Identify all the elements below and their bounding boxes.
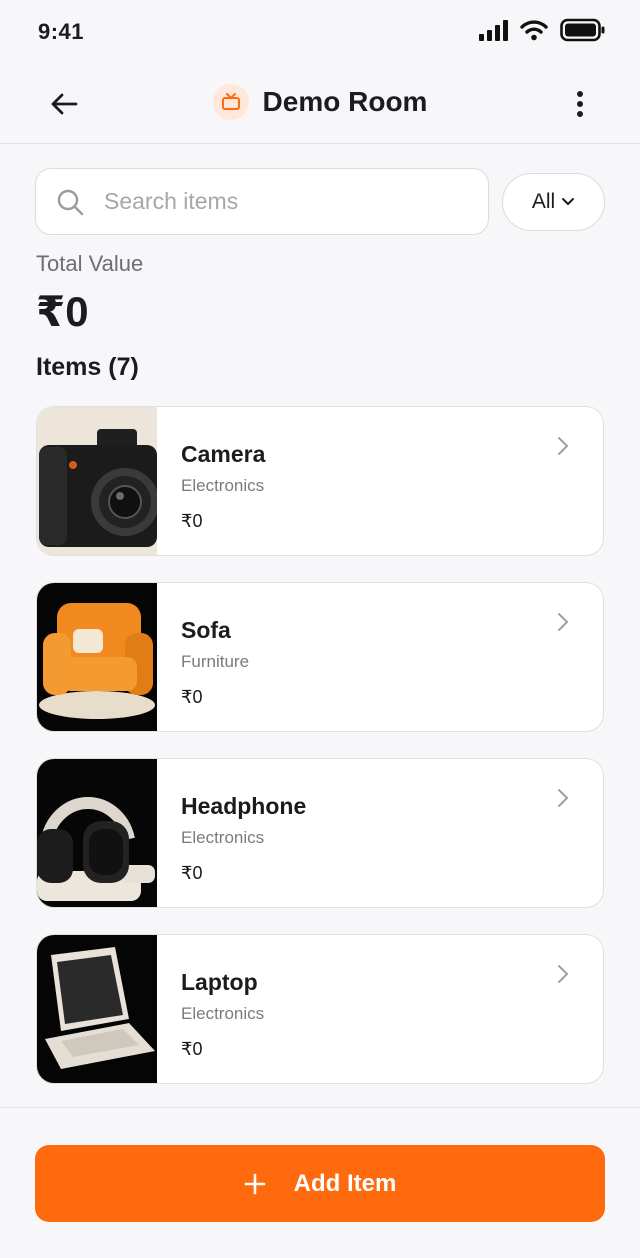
more-vertical-icon [577, 91, 583, 117]
item-image [37, 407, 157, 555]
item-name: Camera [181, 441, 266, 467]
search-icon [56, 188, 84, 216]
laptop-photo [37, 935, 157, 1083]
item-image [37, 583, 157, 731]
total-value-label: Total Value [36, 251, 144, 276]
chevron-right-icon [558, 437, 568, 455]
items-heading: Items (7) [36, 353, 139, 381]
tv-icon [212, 84, 249, 120]
item-category: Furniture [181, 652, 250, 671]
status-icons [479, 18, 606, 42]
item-price: ₹0 [181, 687, 203, 707]
search-box[interactable] [35, 168, 489, 235]
item-category: Electronics [181, 1004, 265, 1023]
cellular-signal-icon [479, 19, 508, 41]
headphone-photo [37, 759, 157, 907]
header: Demo Room [0, 62, 640, 144]
battery-icon [560, 18, 605, 42]
plus-icon [244, 1173, 265, 1194]
item-card-sofa[interactable]: Sofa Furniture ₹0 [36, 582, 604, 732]
wifi-icon [520, 20, 548, 41]
item-info: Headphone Electronics ₹0 [157, 759, 306, 907]
item-card-camera[interactable]: Camera Electronics ₹0 [36, 406, 604, 556]
item-name: Laptop [181, 969, 258, 995]
chevron-down-icon [562, 198, 575, 205]
title-group: Demo Room [0, 84, 640, 120]
bottom-divider [0, 1107, 640, 1108]
search-input[interactable] [104, 188, 464, 215]
item-info: Camera Electronics ₹0 [157, 407, 265, 555]
screen: 9:41 Demo Room Search items All Total Va… [0, 0, 640, 1258]
status-bar: 9:41 [0, 0, 640, 62]
item-image [37, 759, 157, 907]
chevron-right-icon [558, 789, 568, 807]
filter-selected-label: All [531, 190, 556, 213]
item-price: ₹0 [181, 511, 203, 531]
item-info: Laptop Electronics ₹0 [157, 935, 264, 1083]
item-category: Electronics [181, 476, 265, 495]
item-info: Sofa Furniture ₹0 [157, 583, 249, 731]
item-card-headphone[interactable]: Headphone Electronics ₹0 [36, 758, 604, 908]
item-price: ₹0 [181, 863, 203, 883]
item-name: Sofa [181, 617, 231, 643]
add-item-button[interactable]: Add Item [35, 1145, 605, 1222]
page-title: Demo Room [262, 86, 428, 117]
total-value-amount: ₹0 [36, 288, 89, 335]
item-image [37, 935, 157, 1083]
armchair-photo [37, 583, 157, 731]
camera-photo [37, 407, 157, 555]
chevron-right-icon [558, 613, 568, 631]
chevron-right-icon [558, 965, 568, 983]
item-card-laptop[interactable]: Laptop Electronics ₹0 [36, 934, 604, 1084]
item-name: Headphone [181, 793, 307, 819]
add-item-label: Add Item [293, 1169, 397, 1197]
item-category: Electronics [181, 828, 265, 847]
status-time: 9:41 [38, 19, 85, 44]
more-options-button[interactable] [568, 84, 592, 124]
item-price: ₹0 [181, 1039, 203, 1059]
filter-dropdown[interactable]: All [502, 173, 605, 231]
